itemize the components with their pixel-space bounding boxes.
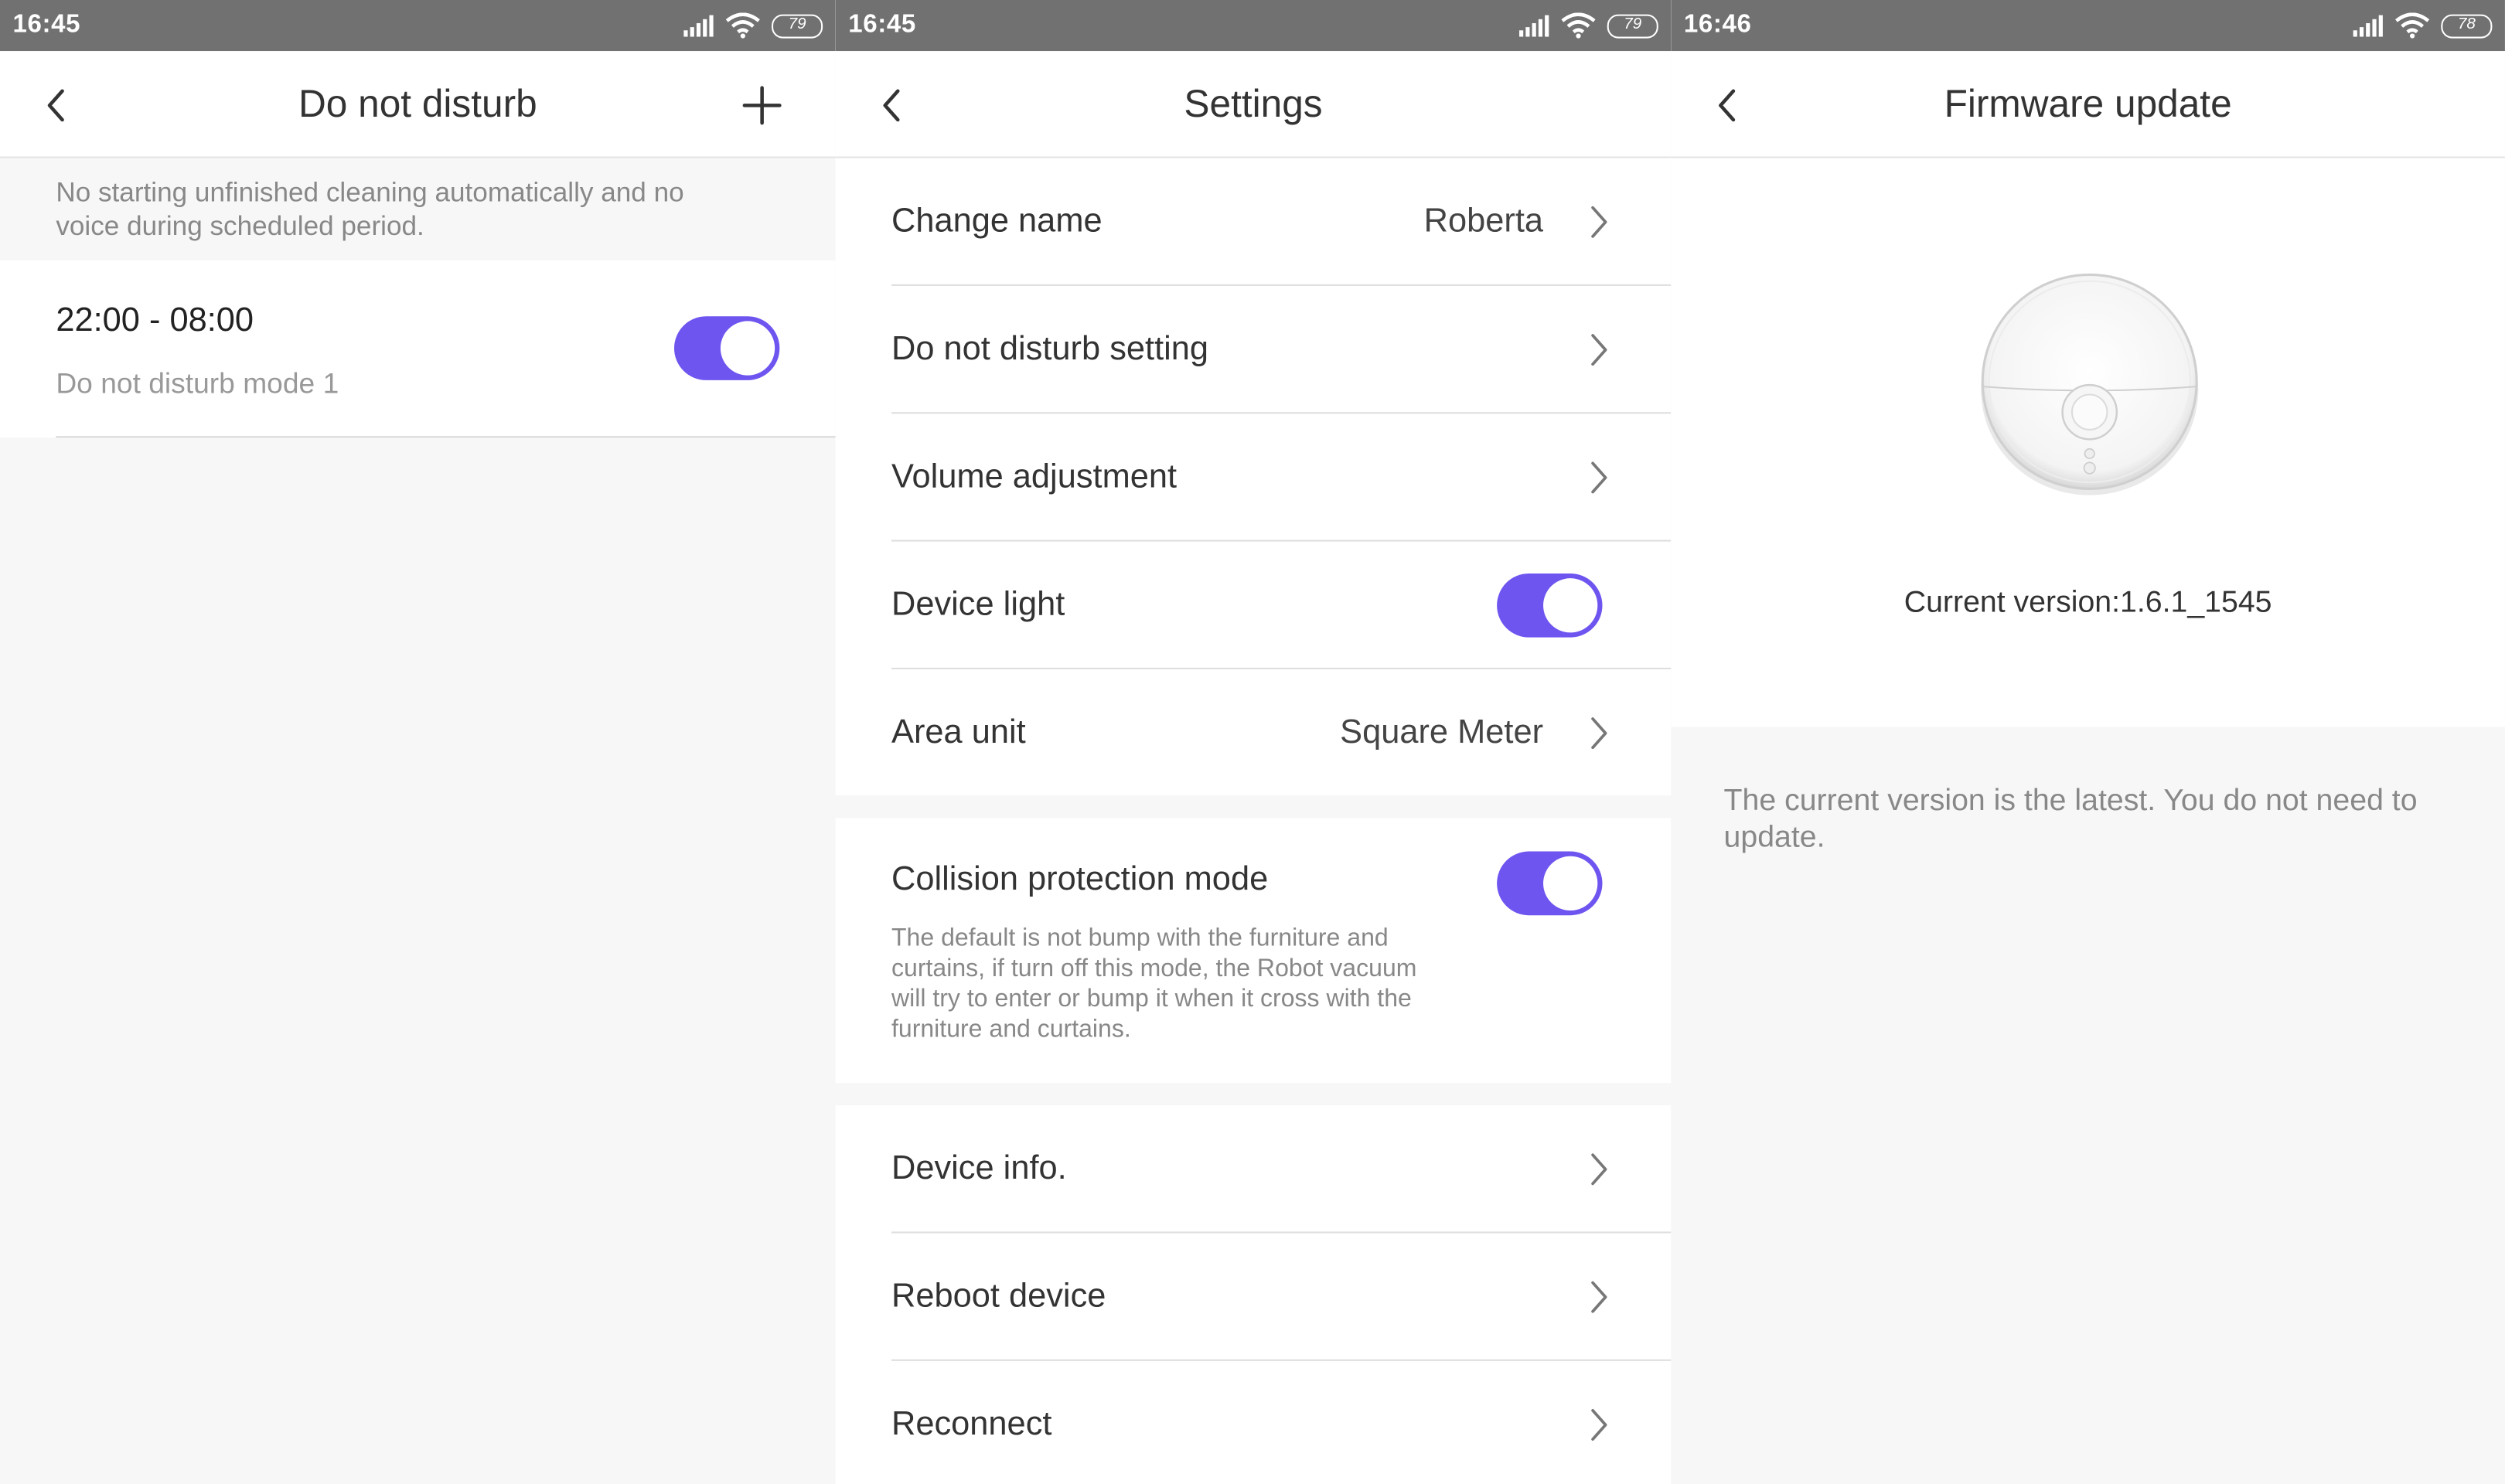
- chevron-right-icon: [1591, 717, 1607, 750]
- status-time: 16:46: [1683, 11, 1752, 39]
- add-plus-icon[interactable]: [740, 83, 785, 128]
- header-bar: Do not disturb: [0, 51, 836, 158]
- schedule-mode-name: Do not disturb mode 1: [56, 367, 339, 400]
- page-title: Do not disturb: [298, 83, 537, 127]
- wifi-icon: [2395, 12, 2430, 39]
- settings-card-device: Device info. Reboot device Reconnect: [835, 1105, 1672, 1484]
- dnd-description: No starting unfinished cleaning automati…: [0, 158, 836, 260]
- status-time: 16:45: [848, 11, 916, 39]
- setting-row-device-light: Device light: [891, 542, 1672, 669]
- setting-value: Square Meter: [1340, 713, 1544, 751]
- chevron-right-icon: [1591, 1153, 1607, 1186]
- setting-row-volume[interactable]: Volume adjustment: [891, 414, 1672, 542]
- signal-icon: [2353, 15, 2383, 37]
- setting-label: Reconnect: [891, 1405, 1052, 1443]
- chevron-right-icon: [1591, 1281, 1607, 1313]
- setting-row-device-info[interactable]: Device info.: [891, 1105, 1672, 1234]
- setting-value: Roberta: [1423, 203, 1544, 240]
- battery-icon: 79: [1607, 13, 1658, 38]
- battery-icon: 79: [772, 13, 823, 38]
- setting-label: Device info.: [891, 1150, 1067, 1187]
- chevron-right-icon: [1591, 461, 1607, 494]
- battery-icon: 78: [2441, 13, 2493, 38]
- status-bar: 16:45 79: [835, 0, 1672, 52]
- wifi-icon: [1561, 12, 1596, 39]
- battery-level: 79: [1624, 15, 1642, 33]
- schedule-toggle[interactable]: [673, 316, 780, 380]
- collision-mode-toggle[interactable]: [1497, 851, 1603, 916]
- setting-row-do-not-disturb[interactable]: Do not disturb setting: [891, 286, 1672, 414]
- divider: [56, 436, 836, 438]
- firmware-info-card: Current version:1.6.1_1545: [1671, 158, 2505, 727]
- battery-level: 79: [788, 15, 806, 33]
- robot-vacuum-image: [1981, 273, 2199, 495]
- chevron-right-icon: [1591, 1409, 1607, 1441]
- header-bar: Settings: [835, 51, 1672, 158]
- toggle-knob: [1543, 578, 1598, 633]
- setting-label: Reboot device: [891, 1278, 1106, 1315]
- update-status-message: The current version is the latest. You d…: [1723, 784, 2418, 855]
- device-light-toggle[interactable]: [1497, 573, 1603, 638]
- page-title: Settings: [1184, 83, 1323, 127]
- dnd-schedule-item[interactable]: 22:00 - 08:00 Do not disturb mode 1: [0, 260, 836, 438]
- signal-icon: [1519, 15, 1549, 37]
- header-bar: Firmware update: [1671, 51, 2505, 158]
- status-time: 16:45: [12, 11, 81, 39]
- do-not-disturb-screen: 16:45 79 Do not disturb No starting unfi…: [0, 0, 836, 1484]
- setting-label: Volume adjustment: [891, 458, 1178, 495]
- setting-row-area-unit[interactable]: Area unit Square Meter: [891, 669, 1671, 797]
- settings-card-collision: Collision protection mode The default is…: [835, 818, 1672, 1084]
- setting-label: Area unit: [891, 713, 1026, 751]
- setting-row-reconnect[interactable]: Reconnect: [891, 1361, 1671, 1484]
- status-bar: 16:46 78: [1671, 0, 2505, 52]
- chevron-right-icon: [1591, 334, 1607, 366]
- settings-screen: 16:45 79 Settings Change name Roberta Do…: [835, 0, 1672, 1484]
- setting-label: Device light: [891, 586, 1065, 624]
- collision-mode-label: Collision protection mode: [891, 860, 1269, 898]
- signal-icon: [683, 15, 714, 37]
- settings-card-general: Change name Roberta Do not disturb setti…: [835, 158, 1672, 797]
- current-version: Current version:1.6.1_1545: [1903, 586, 2272, 620]
- setting-label: Change name: [891, 203, 1103, 240]
- firmware-update-screen: 16:46 78 Firmware update Current version…: [1671, 0, 2505, 1484]
- collision-mode-description: The default is not bump with the furnitu…: [891, 924, 1417, 1043]
- toggle-knob: [1543, 856, 1598, 911]
- chevron-right-icon: [1591, 206, 1607, 238]
- setting-row-change-name[interactable]: Change name Roberta: [891, 158, 1672, 286]
- setting-label: Do not disturb setting: [891, 330, 1209, 368]
- status-bar: 16:45 79: [0, 0, 836, 52]
- setting-row-reboot[interactable]: Reboot device: [891, 1233, 1672, 1361]
- battery-level: 78: [2457, 15, 2476, 33]
- wifi-icon: [725, 12, 760, 39]
- schedule-time-range: 22:00 - 08:00: [56, 301, 254, 339]
- page-title: Firmware update: [1944, 83, 2232, 127]
- toggle-knob: [720, 321, 775, 376]
